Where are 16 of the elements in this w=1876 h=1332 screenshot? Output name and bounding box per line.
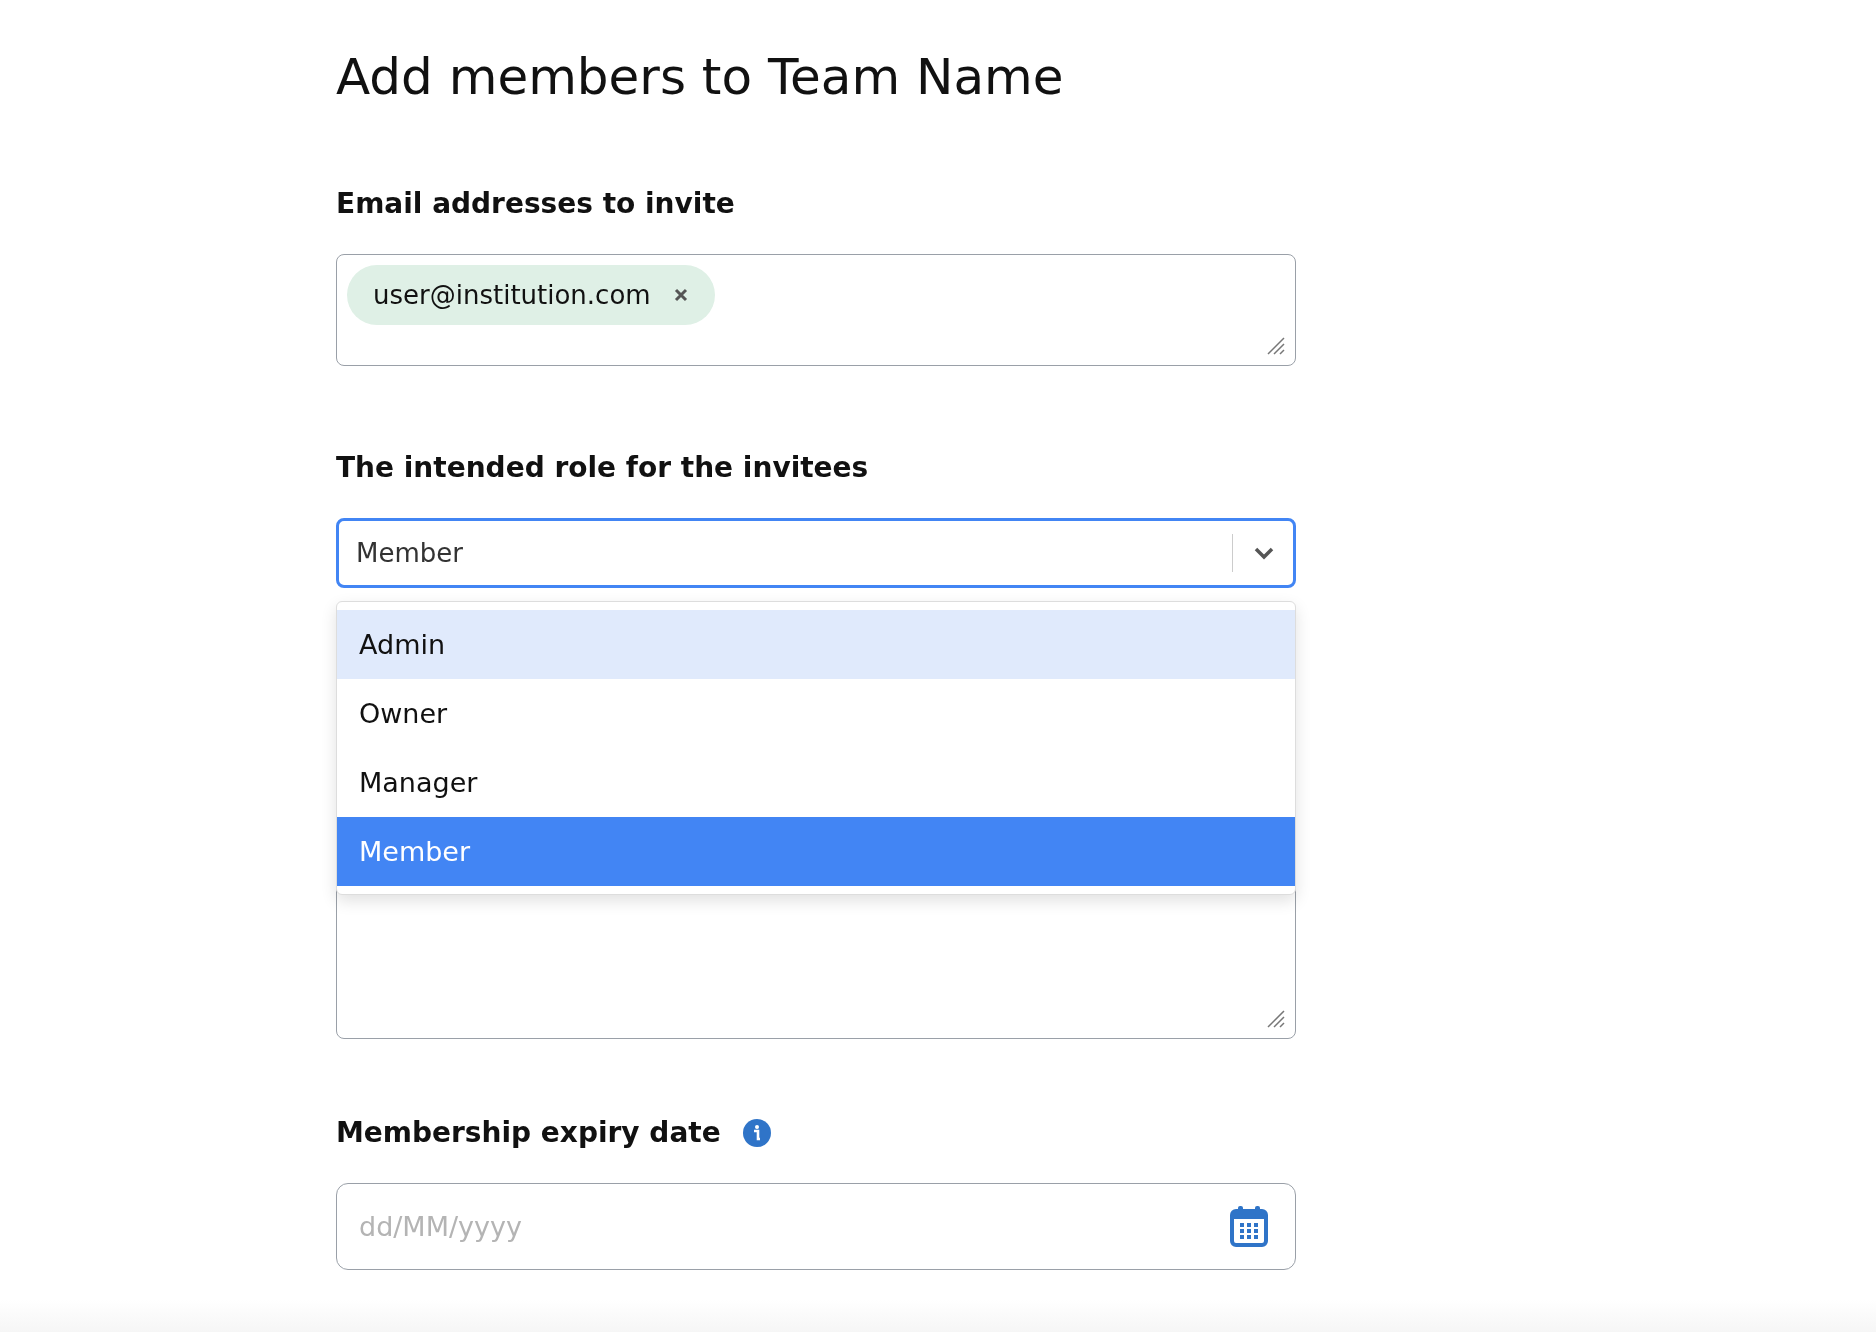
dropdown-option[interactable]: Owner: [337, 679, 1295, 748]
chevron-down-icon: [1253, 546, 1275, 560]
email-chip: user@institution.com: [347, 265, 715, 325]
date-input-field[interactable]: dd/MM/yyyy: [336, 1183, 1296, 1270]
close-icon[interactable]: [672, 287, 689, 303]
dropdown-option[interactable]: Admin: [337, 610, 1295, 679]
dropdown-option[interactable]: Member: [337, 817, 1295, 886]
field-label: Email addresses to invite: [336, 186, 735, 222]
info-icon[interactable]: [742, 1119, 771, 1147]
page-title: Add members to Team Name: [336, 47, 1065, 108]
calendar-icon[interactable]: [1230, 1205, 1268, 1247]
email-input-field[interactable]: user@institution.com: [336, 254, 1296, 366]
dropdown-option[interactable]: Manager: [337, 748, 1295, 817]
field-label: The intended role for the invitees: [336, 450, 869, 486]
role-select[interactable]: Member: [336, 518, 1296, 588]
field-label: Membership expiry date: [336, 1115, 721, 1151]
